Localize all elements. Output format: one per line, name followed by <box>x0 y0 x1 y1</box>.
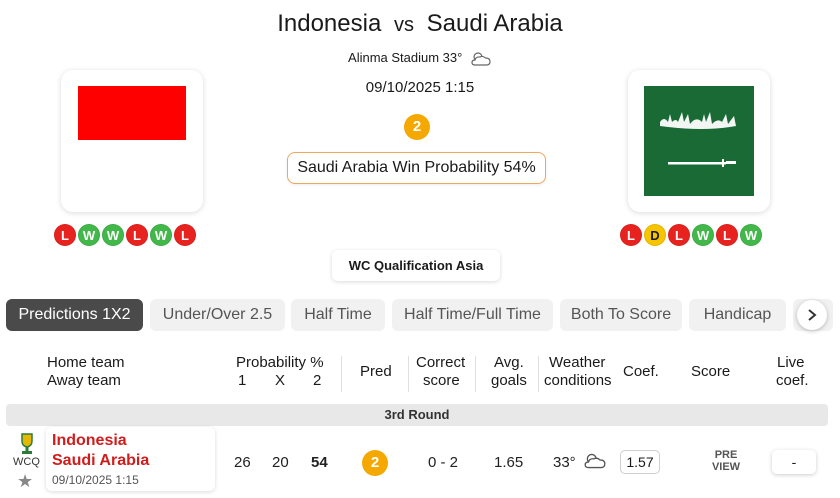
tab-both-to-score[interactable]: Both To Score <box>560 299 682 331</box>
cloudy-icon <box>584 453 606 469</box>
header-probability: Probability % <box>236 354 324 371</box>
header-divider <box>408 356 409 392</box>
vs-label: vs <box>393 14 414 36</box>
form-result: W <box>692 224 714 246</box>
cloudy-icon <box>471 51 491 66</box>
form-result: W <box>78 224 100 246</box>
row-away-team[interactable]: Saudi Arabia <box>52 452 149 470</box>
row-coef-button[interactable]: 1.57 <box>620 450 660 474</box>
form-result: W <box>740 224 762 246</box>
win-probability-box: Saudi Arabia Win Probability 54% <box>287 152 546 184</box>
preview-line-2: VIEW <box>711 461 741 473</box>
row-temperature: 33° <box>553 454 576 471</box>
away-team-name: Saudi Arabia <box>426 10 563 37</box>
row-live-coef[interactable]: - <box>772 450 816 474</box>
tab-handicap[interactable]: Handicap <box>689 299 786 331</box>
header-divider <box>538 356 539 392</box>
header-score: Score <box>691 363 731 380</box>
header-prob-x: X <box>275 372 286 389</box>
header-weather-1: Weather <box>549 354 606 371</box>
match-card[interactable]: Indonesia Saudi Arabia 09/10/2025 1:15 <box>46 427 215 491</box>
tab-under-over[interactable]: Under/Over 2.5 <box>150 299 285 331</box>
competition-short-label: WCQ <box>13 456 40 468</box>
match-title: Indonesia vs Saudi Arabia <box>0 10 840 38</box>
indonesia-flag <box>78 86 186 140</box>
venue: Alinma Stadium 33° <box>0 50 840 67</box>
row-prob-2: 54 <box>311 454 328 471</box>
header-home-team: Home team <box>47 354 125 371</box>
header-coef: Coef. <box>623 363 659 380</box>
venue-text: Alinma Stadium 33° <box>348 50 463 65</box>
form-result: L <box>620 224 642 246</box>
saudi-emblem <box>660 112 736 167</box>
chevron-right-icon <box>808 309 817 321</box>
header-prob-1: 1 <box>238 372 247 389</box>
tab-predictions-1x2[interactable]: Predictions 1X2 <box>6 299 143 331</box>
home-team-form: LWWLWL <box>54 224 198 248</box>
saudi-arabia-flag <box>644 86 754 196</box>
row-prediction-badge: 2 <box>362 450 388 476</box>
header-live-coef-2: coef. <box>776 372 809 389</box>
tab-half-time[interactable]: Half Time <box>291 299 385 331</box>
home-team-flag-card[interactable] <box>61 70 203 212</box>
header-divider <box>475 356 476 392</box>
header-correct-score-2: score <box>423 372 460 389</box>
away-team-flag-card[interactable] <box>628 70 770 212</box>
tab-half-time-full-time[interactable]: Half Time/Full Time <box>392 299 553 331</box>
prediction-tabs: Predictions 1X2 Under/Over 2.5 Half Time… <box>6 299 840 331</box>
header-correct-score-1: Correct <box>416 354 466 371</box>
competition-badge[interactable]: WC Qualification Asia <box>332 250 500 281</box>
header-avg-goals-2: goals <box>491 372 527 389</box>
tabs-next-button[interactable] <box>797 300 827 330</box>
header-weather-2: conditions <box>544 372 612 389</box>
header-avg-goals-1: Avg. <box>494 354 524 371</box>
header-prob-2: 2 <box>313 372 322 389</box>
row-correct-score: 0 - 2 <box>428 454 459 471</box>
preview-line-1: PRE <box>714 449 738 461</box>
form-result: D <box>644 224 666 246</box>
form-result: L <box>174 224 196 246</box>
favorite-star-icon[interactable]: ★ <box>17 471 33 492</box>
form-result: W <box>102 224 124 246</box>
form-result: L <box>54 224 76 246</box>
header-live-coef-1: Live <box>777 354 805 371</box>
form-result: L <box>126 224 148 246</box>
header-pred: Pred <box>360 363 392 380</box>
header-away-team: Away team <box>47 372 121 389</box>
match-preview-link[interactable]: PRE VIEW <box>709 449 743 473</box>
form-result: L <box>716 224 738 246</box>
row-avg-goals: 1.65 <box>494 454 524 471</box>
row-match-date: 09/10/2025 1:15 <box>52 473 139 487</box>
form-result: L <box>668 224 690 246</box>
prediction-badge: 2 <box>404 114 430 140</box>
row-home-team[interactable]: Indonesia <box>52 432 127 450</box>
row-prob-x: 20 <box>272 454 289 471</box>
row-prob-1: 26 <box>234 454 251 471</box>
home-team-name: Indonesia <box>277 10 382 37</box>
away-team-form: LDLWLW <box>620 224 764 248</box>
header-divider <box>341 356 342 392</box>
trophy-icon <box>21 433 33 454</box>
round-label: 3rd Round <box>6 404 828 426</box>
form-result: W <box>150 224 172 246</box>
